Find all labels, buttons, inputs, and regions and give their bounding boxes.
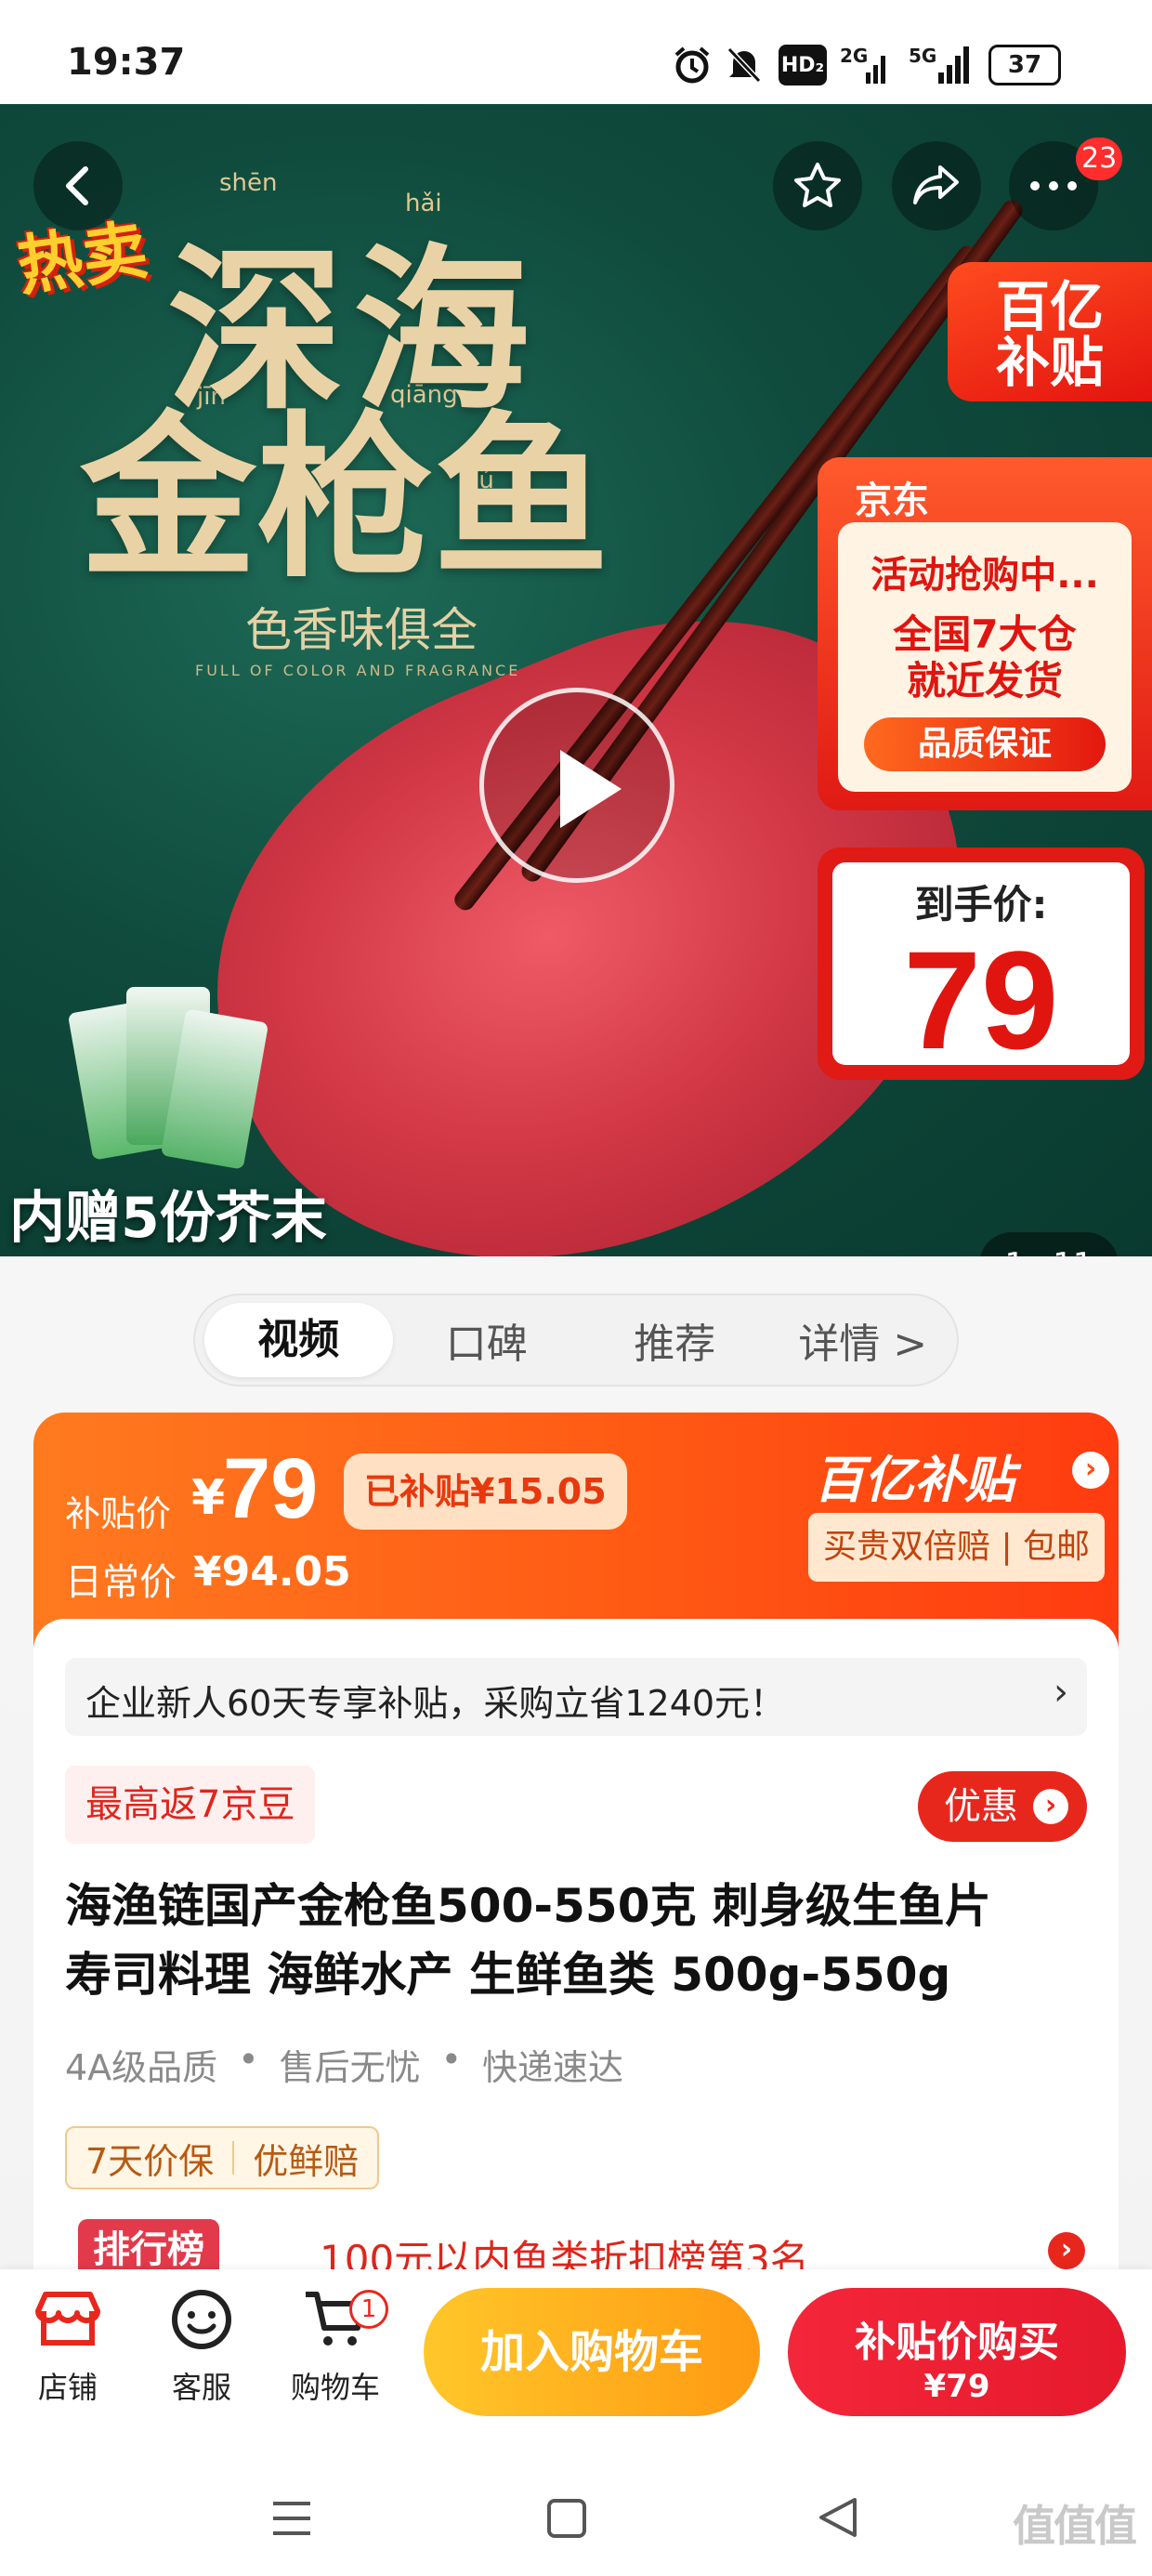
feature-item: 快递速达 [482,2047,624,2088]
signal-2g-icon: 2G [840,45,892,85]
jd-subsidy-badge-line2: 补贴 [995,331,1104,394]
guarantee-tag: 买贵双倍赔 | 包邮 [808,1513,1106,1582]
shop-label: 店铺 [37,2370,98,2405]
tab-recommend[interactable]: 推荐 [581,1310,769,1370]
chevron-right-icon: › [1054,1671,1068,1714]
normal-price-value: ¥94.05 [193,1548,351,1596]
buy-now-button[interactable]: 补贴价购买 ¥79 [788,2288,1126,2416]
status-time: 19:37 [67,41,186,84]
more-dots-icon [1030,181,1077,191]
back-button[interactable] [33,141,123,230]
feature-list: 4A级品质 • 售后无忧 • 快递速达 [65,2039,623,2090]
star-icon [794,163,841,207]
service-tags[interactable]: 7天价保 优鲜赔 [65,2126,380,2189]
signal-5g-icon: 5G [903,45,972,85]
hd-icon: HD₂ [779,45,827,85]
subsidy-price-label: 补贴价 [65,1493,172,1534]
image-pager: 1 11 [979,1232,1119,1256]
buy-now-price: ¥79 [923,2368,990,2405]
normal-price-label: 日常价 [65,1561,177,1604]
discount-button[interactable]: 优惠 › [918,1771,1087,1842]
quality-guarantee-button: 品质保证 [864,717,1106,771]
pager-current: 1 [1005,1246,1026,1256]
product-title-line2: 寿司料理 海鲜水产 生鲜鱼类 500g-550g [65,1948,951,2002]
promo-line3: 就近发货 [906,658,1063,703]
battery-icon: 37 [988,45,1061,85]
cart-count-badge: 1 [349,2290,388,2329]
message-count-badge: 23 [1076,138,1123,180]
tab-details[interactable]: 详情 > [769,1310,958,1370]
cart-label: 购物车 [290,2370,380,2405]
status-bar: 19:37 HD₂ 2G 5G 37 [0,0,1152,104]
back-triangle-icon[interactable] [818,2496,858,2543]
wasabi-packs-illustration [67,978,269,1191]
shop-button[interactable]: 店铺 [7,2286,128,2407]
final-price-value: 79 [903,922,1059,1078]
share-button[interactable] [892,141,981,230]
hero-title-line2: 金枪鱼 [80,394,610,601]
product-title-line1: 海渔链国产金枪鱼500-550克 刺身级生鱼片 [65,1879,991,1933]
feature-separator: • [238,2039,259,2080]
hero-slogan: 色香味俱全 [245,603,478,657]
ranking-tag[interactable]: 排行榜 [78,2219,219,2275]
back-arrow-icon [66,166,88,205]
home-square-icon[interactable] [546,2498,587,2543]
feature-separator: • [440,2039,463,2080]
enterprise-offer-text: 企业新人60天专享补贴，采购立省1240元！ [85,1683,786,1724]
cart-button[interactable]: 购物车 1 [275,2286,396,2407]
promo-card: 京东 活动抢购中... 全国7大仓 就近发货 品质保证 [818,457,1152,810]
feature-item: 4A级品质 [65,2047,218,2088]
feature-item: 售后无忧 [279,2047,421,2088]
product-hero-media[interactable]: 热卖 shēn hǎi jīn qiāng yú 深海 金枪鱼 色香味俱全 FU… [0,104,1152,1256]
promo-line1: 活动抢购中... [871,554,1099,597]
watermark-logo: 值值值 [1013,2501,1137,2551]
customer-service-icon [168,2286,235,2353]
customer-service-button[interactable]: 客服 [141,2286,262,2407]
tab-video[interactable]: 视频 [204,1303,393,1377]
enterprise-offer-row[interactable]: 企业新人60天专享补贴，采购立省1240元！ › [65,1658,1087,1736]
product-info-card: 企业新人60天专享补贴，采购立省1240元！ › 最高返7京豆 优惠 › 海渔链… [33,1619,1119,2282]
subsidy-price-banner[interactable]: 补贴价 ¥ 79 已补贴¥15.05 日常价 ¥94.05 百亿补贴 › 买贵双… [33,1413,1119,1654]
product-title: 海渔链国产金枪鱼500-550克 刺身级生鱼片 寿司料理 海鲜水产 生鲜鱼类 5… [65,1872,1096,2009]
add-to-cart-button[interactable]: 加入购物车 [424,2288,760,2416]
menu-icon[interactable] [269,2500,314,2541]
discount-button-label: 优惠 [944,1785,1018,1828]
favorite-button[interactable] [773,141,862,230]
jd-subsidy-badge: 百亿 补贴 [948,262,1152,401]
final-price-inner: 到手价: 79 [832,862,1130,1070]
media-tabs: 视频 口碑 推荐 详情 > [193,1294,959,1387]
promo-line2: 全国7大仓 [893,611,1077,657]
alarm-icon [671,45,713,85]
shop-icon [34,2286,101,2353]
hero-gift-text: 内赠5份芥末 [9,1186,327,1251]
fresh-compensation-tag: 优鲜赔 [253,2140,360,2182]
billion-subsidy-logo: 百亿补贴 [814,1451,1015,1509]
final-price-card: 到手价: 79 [818,848,1145,1080]
mute-icon [723,45,766,85]
subsidy-price-value: 79 [223,1441,319,1536]
currency-symbol: ¥ [191,1470,226,1526]
jd-subsidy-badge-line1: 百亿 [995,275,1104,338]
play-video-button[interactable] [479,688,674,883]
chevron-right-icon: › [1033,1789,1068,1824]
share-icon [913,165,959,204]
promo-header: 京东 [855,480,929,522]
customer-service-label: 客服 [171,2370,231,2405]
buy-now-label: 补贴价购买 [855,2319,1059,2366]
pager-total: 11 [1053,1246,1093,1256]
hero-slogan-en: FULL OF COLOR AND FRAGRANCE [195,662,521,679]
chevron-right-icon: › [1048,2232,1085,2269]
subsidized-amount-tag: 已补贴¥15.05 [344,1453,627,1530]
price-protection-tag: 7天价保 [85,2140,215,2182]
promo-inner: 活动抢购中... 全国7大仓 就近发货 品质保证 [838,522,1132,792]
tab-reviews[interactable]: 口碑 [393,1310,582,1370]
bottom-action-bar: 店铺 客服 购物车 1 加入购物车 补贴价购买 ¥79 [0,2269,1152,2455]
chevron-right-icon: › [1072,1452,1109,1489]
system-navigation-bar: 值值值 [0,2455,1152,2576]
jingdou-reward-tag[interactable]: 最高返7京豆 [65,1766,316,1844]
